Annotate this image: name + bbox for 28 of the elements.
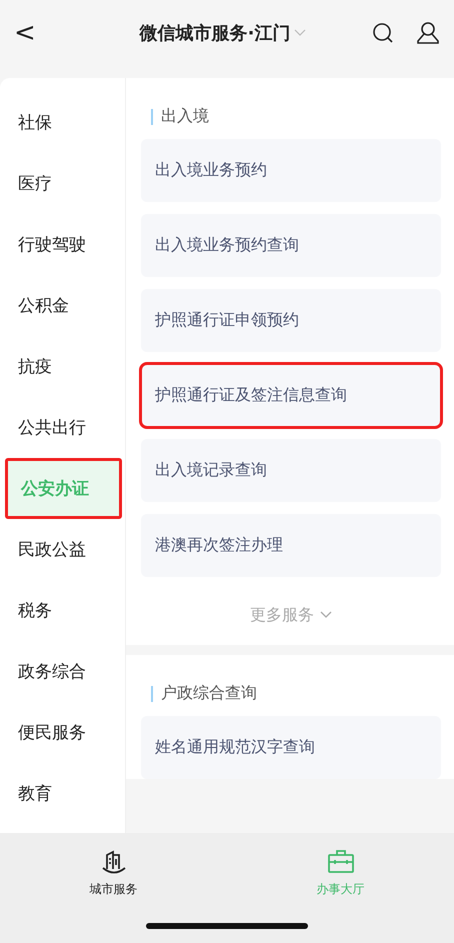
sidebar-item[interactable]: 公积金 — [0, 275, 125, 336]
service-card[interactable]: 出入境业务预约查询 — [141, 214, 441, 277]
sidebar-item[interactable]: 抗疫 — [0, 336, 125, 397]
service-card[interactable]: 护照通行证及签注信息查询 — [141, 364, 441, 427]
service-card[interactable]: 护照通行证申领预约 — [141, 289, 441, 352]
page-title: 微信城市服务·江门 — [140, 22, 290, 45]
person-icon[interactable] — [416, 21, 440, 45]
accent-bar — [151, 108, 153, 124]
sidebar-item[interactable]: 政务综合 — [0, 641, 125, 702]
sidebar-item[interactable]: 民政公益 — [0, 519, 125, 580]
tab-bar-item[interactable]: 城市服务 — [0, 833, 227, 899]
section-title: 出入境 — [161, 106, 209, 127]
accent-bar — [151, 686, 153, 702]
sidebar-item[interactable]: 公共出行 — [0, 397, 125, 458]
sidebar-item[interactable]: 便民服务 — [0, 702, 125, 763]
service-card[interactable]: 出入境业务预约 — [141, 139, 441, 202]
sidebar-item[interactable]: 教育 — [0, 763, 125, 824]
chevron-down-icon — [320, 611, 332, 619]
service-card[interactable]: 出入境记录查询 — [141, 439, 441, 502]
search-icon[interactable] — [372, 22, 394, 44]
sidebar-item[interactable]: 税务 — [0, 580, 125, 641]
back-button[interactable]: < — [14, 18, 44, 48]
sidebar-item[interactable]: 行驶驾驶 — [0, 214, 125, 275]
sidebar-item[interactable]: 医疗 — [0, 153, 125, 214]
service-card[interactable]: 港澳再次签注办理 — [141, 514, 441, 577]
sidebar-item[interactable]: 社保 — [0, 92, 125, 153]
service-card[interactable]: 姓名通用规范汉字查询 — [141, 716, 441, 779]
section-title: 户政综合查询 — [161, 683, 257, 704]
